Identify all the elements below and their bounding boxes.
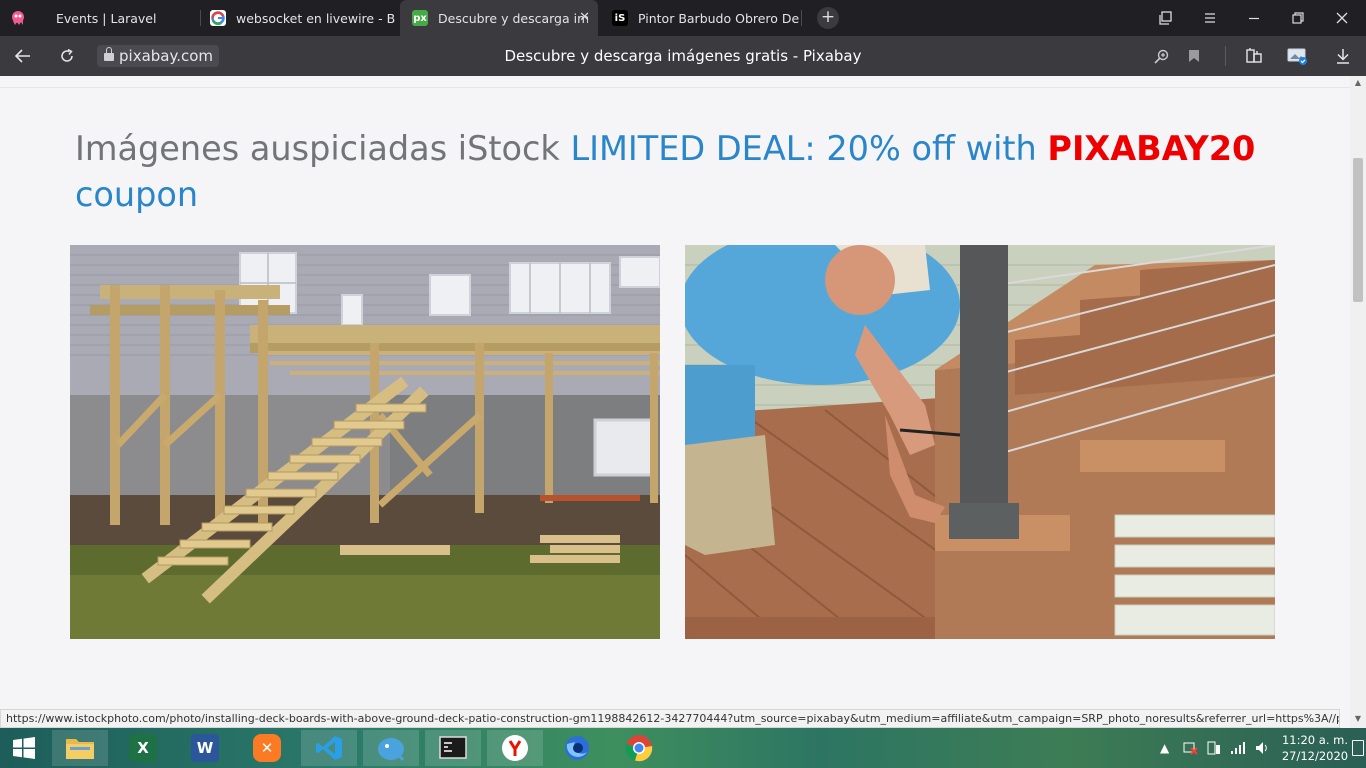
close-window-button[interactable] — [1320, 0, 1364, 36]
sponsored-headline: Imágenes auspiciadas iStock LIMITED DEAL… — [75, 126, 1275, 218]
windows-start-icon[interactable] — [0, 730, 48, 766]
excel-icon[interactable]: X — [115, 730, 171, 766]
windows-taskbar: X W ✕ ▲ 11:20 a. m. 27/12/2020 — [0, 728, 1366, 768]
firefox-icon[interactable] — [549, 730, 605, 766]
notifications-icon[interactable] — [1352, 740, 1364, 756]
new-tab-button[interactable]: + — [817, 7, 839, 29]
tab-pixabay[interactable]: px Descubre y descarga ima ✕ — [400, 0, 598, 36]
divider — [0, 87, 1350, 88]
deck-stairs-photo[interactable] — [685, 245, 1275, 639]
system-clock[interactable]: 11:20 a. m. 27/12/2020 — [1280, 732, 1350, 764]
istock-icon: iS — [612, 10, 628, 26]
yandex-browser-icon[interactable] — [487, 730, 543, 766]
clock-date: 27/12/2020 — [1281, 749, 1349, 763]
tab-title: Descubre y descarga ima — [438, 10, 588, 26]
limited-deal-link[interactable]: LIMITED DEAL: 20% off with — [570, 129, 1047, 168]
profile-sync-icon[interactable] — [1286, 44, 1310, 68]
deck-construction-photo[interactable] — [70, 245, 660, 639]
tablet-icon[interactable] — [1206, 728, 1222, 768]
tab-title: websocket en livewire - Bu — [236, 10, 395, 26]
scrollbar-thumb[interactable] — [1353, 158, 1363, 302]
extensions-icon[interactable] — [1242, 44, 1266, 68]
tableplus-icon[interactable] — [363, 730, 419, 766]
xampp-icon[interactable]: ✕ — [239, 730, 295, 766]
restore-button[interactable] — [1276, 0, 1320, 36]
tab-title: Pintor Barbudo Obrero De — [638, 10, 800, 26]
bookmark-icon[interactable] — [1182, 44, 1206, 68]
tab-separator — [801, 10, 802, 26]
file-explorer-icon[interactable] — [52, 730, 108, 766]
tray-overflow-icon[interactable]: ▲ — [1160, 728, 1169, 768]
tab-title: Events | Laravel — [56, 10, 157, 26]
word-icon[interactable]: W — [177, 730, 233, 766]
tab-separator — [200, 10, 201, 26]
headline-intro: Imágenes auspiciadas iStock — [75, 129, 571, 168]
tab-pintor-barbudo[interactable]: iS Pintor Barbudo Obrero De — [612, 0, 800, 36]
scroll-up-arrow-icon[interactable]: ▲ — [1350, 76, 1366, 90]
opera-menu-icon[interactable] — [10, 10, 26, 26]
volume-icon[interactable] — [1254, 728, 1270, 768]
page-content: Imágenes auspiciadas iStock LIMITED DEAL… — [0, 76, 1350, 709]
coupon-suffix[interactable]: coupon — [75, 175, 198, 214]
zoom-icon[interactable] — [1149, 44, 1173, 68]
google-icon — [210, 10, 226, 26]
download-icon[interactable] — [1331, 44, 1355, 68]
minimize-button[interactable] — [1232, 0, 1276, 36]
page-scrollbar[interactable]: ▲ ▼ — [1350, 76, 1366, 728]
browser-toolbar: pixabay.com Descubre y descarga imágenes… — [0, 36, 1366, 76]
pixabay-icon: px — [412, 10, 428, 26]
tab-snapshot-icon[interactable] — [1144, 0, 1188, 36]
tab-events-laravel[interactable]: Events | Laravel — [36, 0, 196, 36]
close-tab-icon[interactable]: ✕ — [579, 10, 590, 25]
tab-websocket-livewire[interactable]: websocket en livewire - Bu — [210, 0, 395, 36]
link-status-bar: https://www.istockphoto.com/photo/instal… — [0, 709, 1340, 728]
terminal-icon[interactable] — [425, 730, 481, 766]
network-disconnected-icon[interactable] — [1182, 728, 1198, 768]
chrome-icon[interactable] — [611, 730, 667, 766]
scroll-down-arrow-icon[interactable]: ▼ — [1350, 712, 1366, 726]
clock-time: 11:20 a. m. — [1281, 733, 1348, 747]
vscode-icon[interactable] — [301, 730, 357, 766]
coupon-code[interactable]: PIXABAY20 — [1047, 129, 1255, 168]
easy-setup-icon[interactable] — [1188, 0, 1232, 36]
signal-icon[interactable] — [1230, 728, 1246, 768]
tab-bar: Events | Laravel websocket en livewire -… — [0, 0, 1366, 36]
toolbar-separator — [1225, 46, 1226, 66]
